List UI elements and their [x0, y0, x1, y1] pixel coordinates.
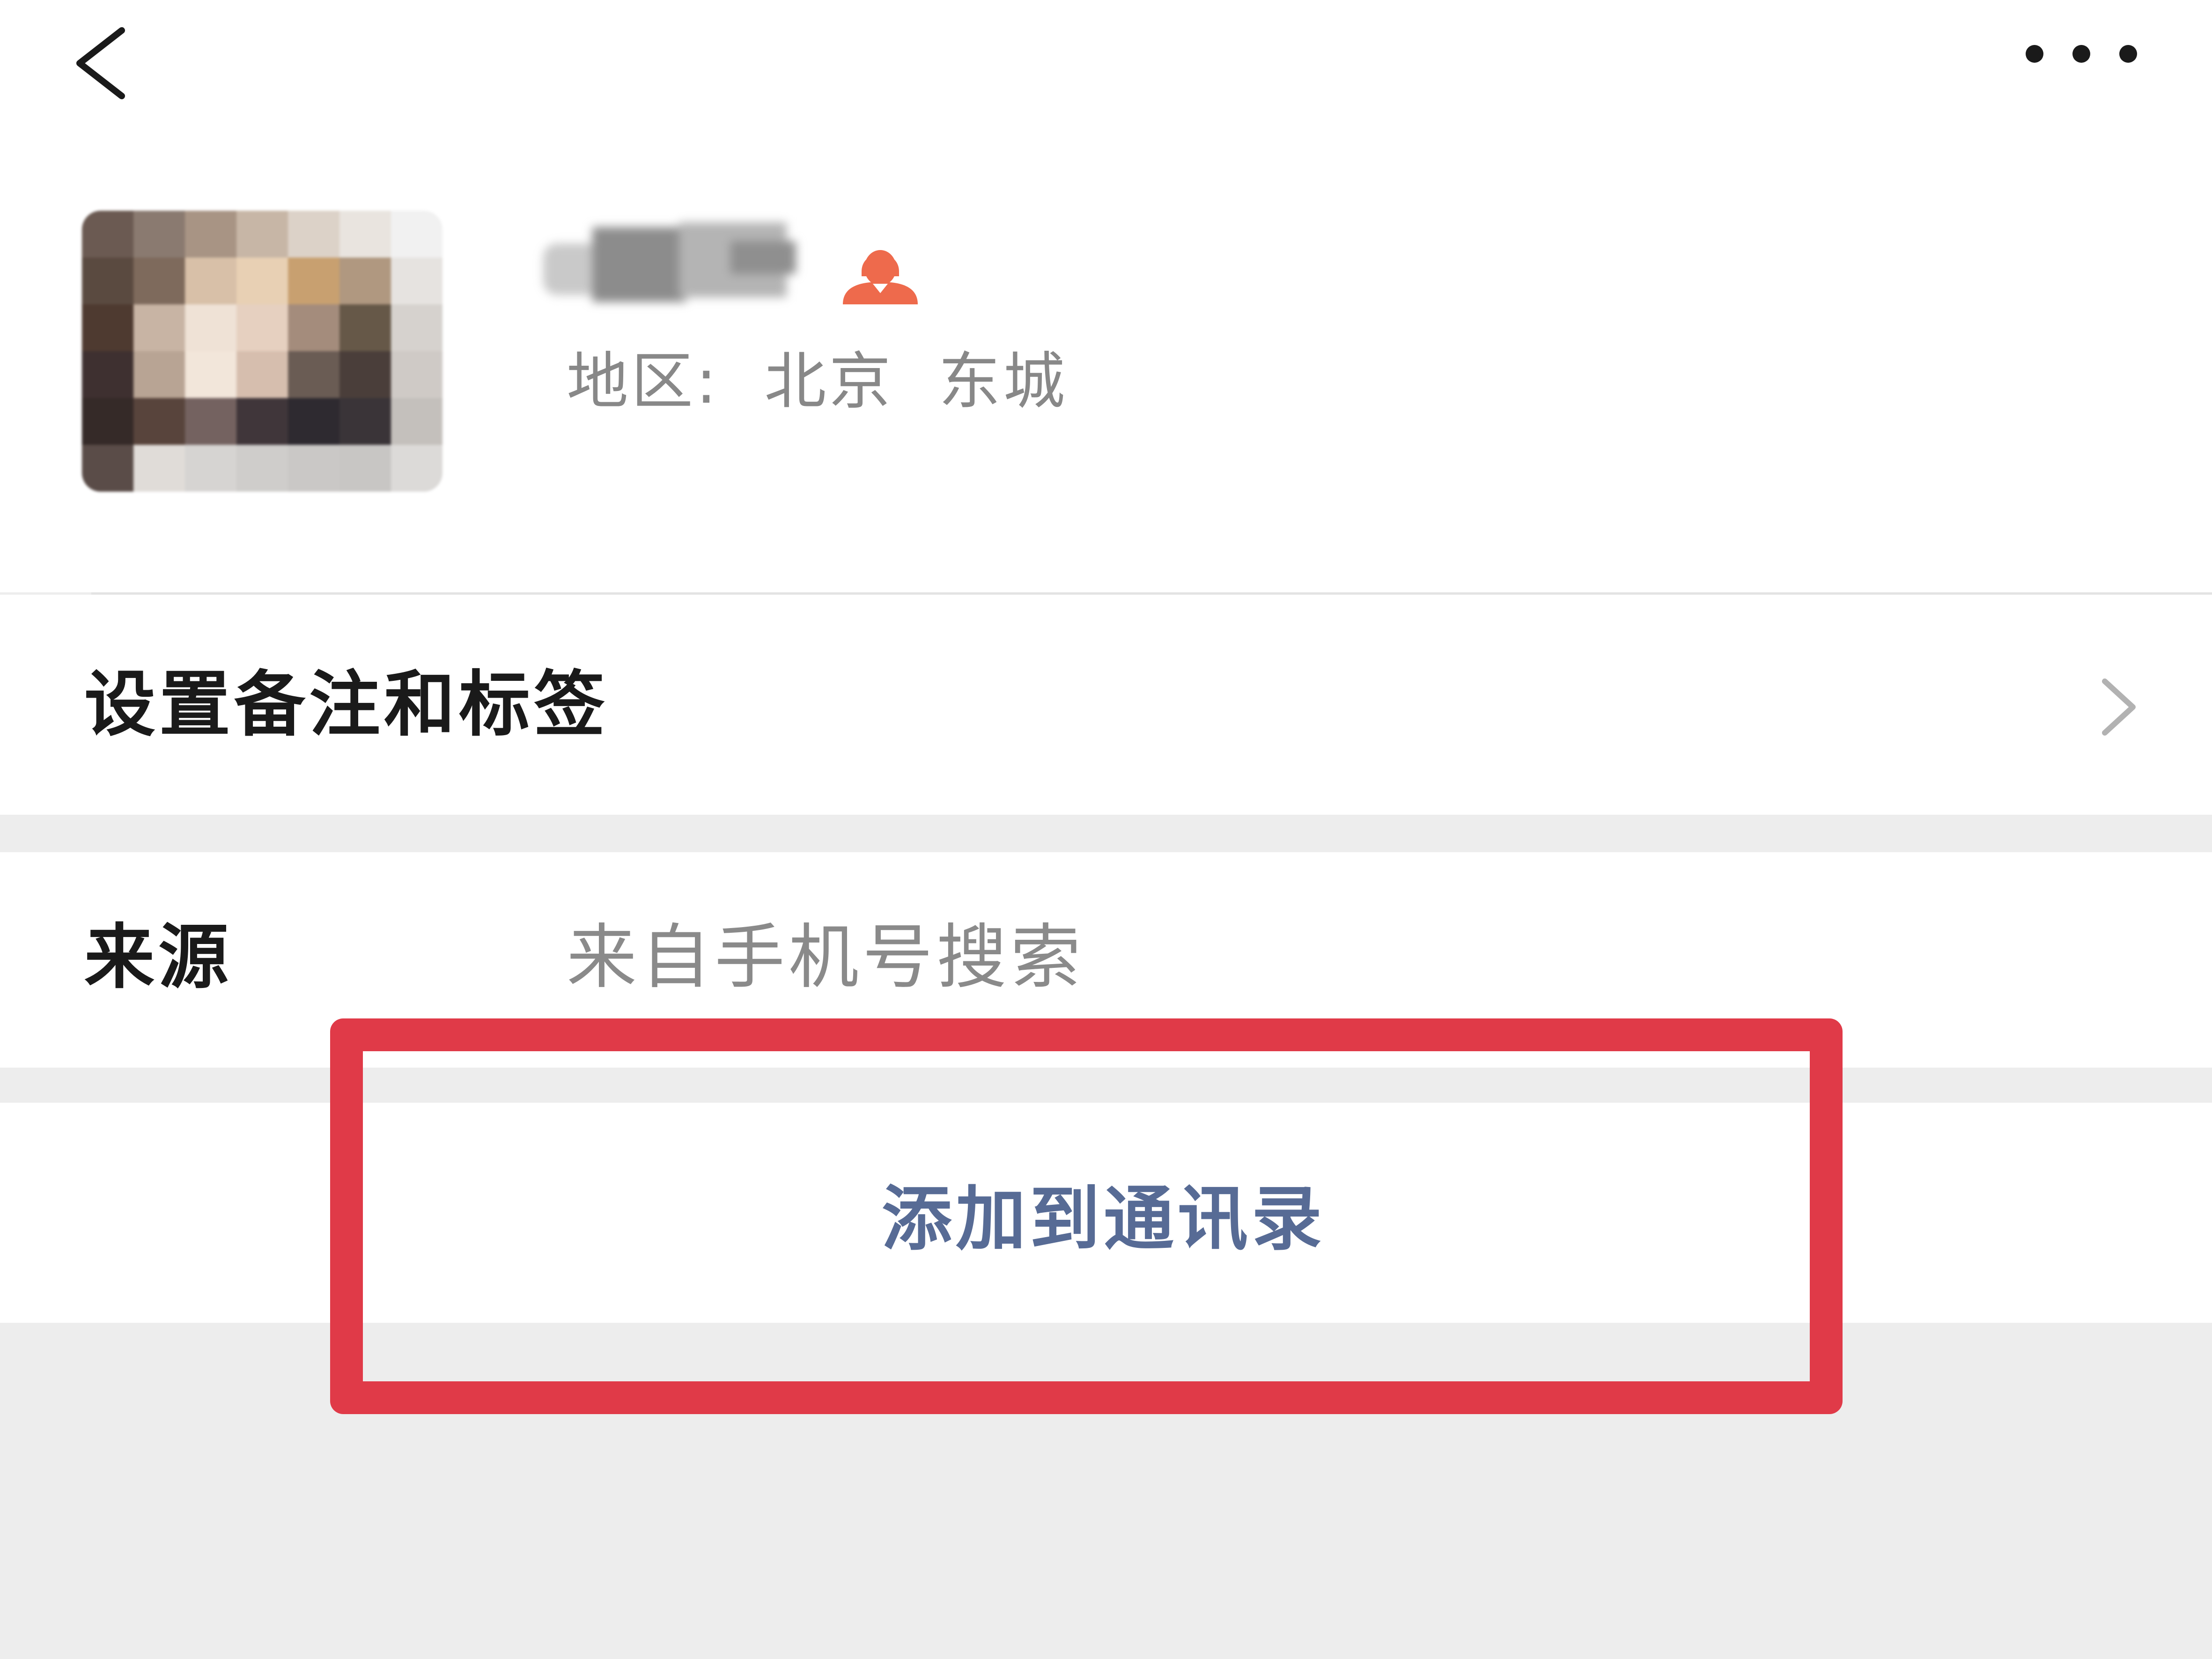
set-remark-and-tags-row[interactable]: 设置备注和标签 — [0, 595, 2212, 815]
female-icon — [843, 250, 918, 304]
back-arrow-icon[interactable] — [70, 26, 131, 101]
add-to-contacts-label: 添加到通讯录 — [881, 1178, 1326, 1260]
source-label: 来源 — [84, 917, 233, 998]
profile-card: 地区: 北京 东城 — [0, 155, 2212, 595]
region-text: 地区: 北京 东城 — [567, 346, 1068, 418]
more-dots-icon[interactable] — [2023, 42, 2140, 66]
add-to-contacts-button[interactable]: 添加到通讯录 — [0, 1103, 2212, 1323]
top-navigation-bar — [0, 0, 2212, 155]
avatar[interactable] — [82, 211, 442, 492]
contact-profile-page: 地区: 北京 东城 设置备注和标签 来源 来自手机号搜索 添加到通讯录 — [0, 0, 2212, 1659]
source-value: 来自手机号搜索 — [567, 917, 1085, 998]
nickname-redacted — [543, 218, 805, 311]
source-row: 来源 来自手机号搜索 — [0, 852, 2212, 1068]
set-remark-and-tags-label: 设置备注和标签 — [84, 663, 609, 746]
chevron-right-icon — [2102, 678, 2136, 736]
